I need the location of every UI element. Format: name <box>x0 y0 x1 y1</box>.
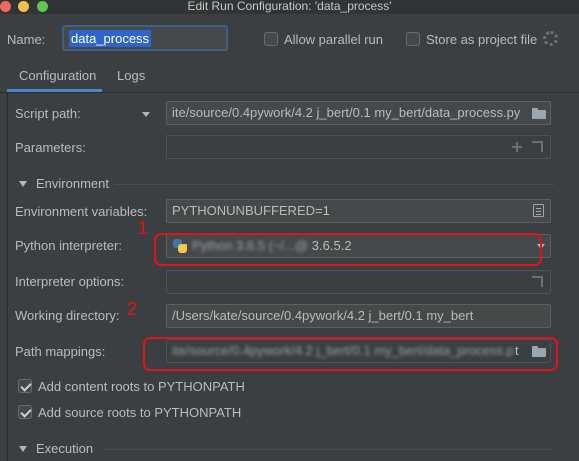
store-project-label: Store as project file <box>426 32 538 47</box>
close-window-icon[interactable] <box>0 1 11 12</box>
working-dir-value: /Users/kate/source/0.4pywork/4.2 j_bert/… <box>172 308 474 323</box>
name-value: data_process <box>69 30 152 47</box>
gear-icon[interactable] <box>543 31 558 46</box>
edit-env-vars-icon[interactable] <box>533 204 544 217</box>
working-dir-label: Working directory: <box>15 308 120 323</box>
expand-field-icon[interactable] <box>532 276 543 287</box>
execution-collapse-icon[interactable] <box>19 446 27 452</box>
store-project-checkbox[interactable] <box>406 32 420 46</box>
path-mappings-label: Path mappings: <box>15 344 106 359</box>
environment-section-label: Environment <box>36 176 109 191</box>
script-type-dropdown-icon[interactable] <box>142 112 150 117</box>
interpreter-options-label: Interpreter options: <box>15 274 125 289</box>
window-title: Edit Run Configuration: 'data_process' <box>187 0 392 13</box>
allow-parallel-checkbox[interactable] <box>264 32 278 46</box>
browse-folder-icon[interactable] <box>532 108 546 119</box>
name-label: Name: <box>7 32 46 47</box>
env-vars-label: Environment variables: <box>15 204 148 219</box>
expand-field-icon[interactable] <box>532 141 543 152</box>
annotation-box-path-mappings <box>143 337 558 371</box>
interpreter-label: Python interpreter: <box>15 238 122 253</box>
execution-divider <box>103 449 554 450</box>
add-content-roots-label: Add content roots to PYTHONPATH <box>38 379 245 394</box>
maximize-window-icon[interactable] <box>37 1 48 12</box>
annotation-number-2: 2 <box>127 299 138 319</box>
add-source-roots-label: Add source roots to PYTHONPATH <box>38 405 242 420</box>
working-dir-input[interactable]: /Users/kate/source/0.4pywork/4.2 j_bert/… <box>166 304 551 328</box>
environment-collapse-icon[interactable] <box>19 181 27 187</box>
name-input[interactable]: data_process <box>62 25 228 51</box>
env-vars-value: PYTHONUNBUFFERED=1 <box>172 203 330 218</box>
script-path-label: Script path: <box>15 106 81 121</box>
execution-section-label: Execution <box>36 441 94 456</box>
script-path-input[interactable]: ite/source/0.4pywork/4.2 j_bert/0.1 my_b… <box>166 101 551 125</box>
annotation-box-interpreter <box>154 233 542 266</box>
add-source-roots-checkbox[interactable] <box>18 405 32 419</box>
title-bar: Edit Run Configuration: 'data_process' <box>0 0 579 14</box>
script-path-value: ite/source/0.4pywork/4.2 j_bert/0.1 my_b… <box>172 105 521 120</box>
add-content-roots-checkbox[interactable] <box>18 379 32 393</box>
allow-parallel-label: Allow parallel run <box>284 32 383 47</box>
parameters-label: Parameters: <box>15 140 86 155</box>
tab-configuration[interactable]: Configuration <box>19 68 96 83</box>
env-vars-input[interactable]: PYTHONUNBUFFERED=1 <box>166 199 551 223</box>
annotation-number-1: 1 <box>138 218 149 238</box>
tab-logs[interactable]: Logs <box>117 68 145 83</box>
add-parameter-icon[interactable] <box>512 142 522 152</box>
parameters-input[interactable] <box>166 135 551 159</box>
interpreter-options-input[interactable] <box>166 270 551 294</box>
environment-divider <box>114 184 554 185</box>
minimize-window-icon[interactable] <box>18 1 29 12</box>
